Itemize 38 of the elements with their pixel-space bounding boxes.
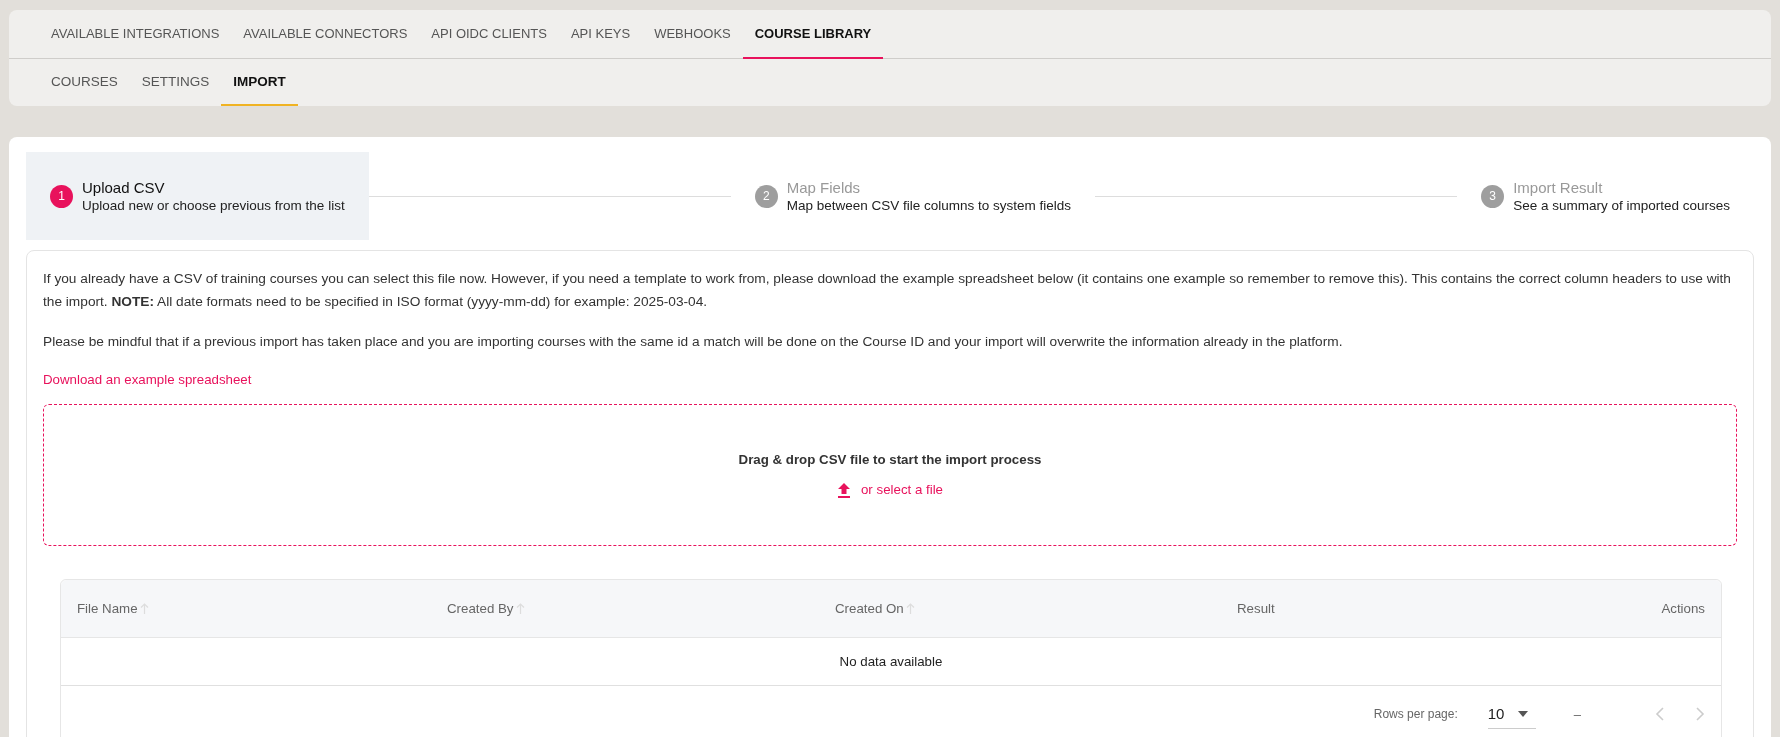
nav-tab[interactable]: AVAILABLE INTEGRATIONS (39, 10, 232, 59)
nav-tab[interactable]: API KEYS (558, 10, 643, 59)
select-file-button[interactable]: or select a file (830, 480, 949, 499)
step-title: Map Fields (786, 179, 862, 196)
column-header: Actions (1660, 601, 1706, 616)
sub-tab[interactable]: COURSES (39, 59, 130, 106)
nav-tab[interactable]: AVAILABLE CONNECTORS (231, 10, 420, 59)
sort-arrow-icon (139, 603, 149, 614)
dropdown-caret-icon (1518, 710, 1529, 717)
step-number: 1 (50, 184, 73, 208)
rows-per-page-label: Rows per page: (1373, 707, 1458, 721)
info-paragraph: If you already have a CSV of training courses you can select this file now. However, if you need a template to work from, please download the example spreadsheet below (it contains one example so remember to remove this). This contains the correct column headers to use with the import. NOTE: All date formats need to be specified in ISO format (yyyy-mm-dd) for example: 2025-03-04. (43, 270, 1732, 311)
download-link[interactable]: Download an example spreadsheet (43, 372, 252, 387)
nav-tab[interactable]: API OIDC CLIENTS (419, 10, 559, 59)
column-header[interactable]: Created By (431, 601, 819, 616)
upload-icon (836, 481, 851, 498)
nav-tab[interactable]: COURSE LIBRARY (742, 10, 884, 59)
page-range: – (1573, 706, 1581, 722)
column-header[interactable]: File Name (61, 601, 431, 616)
step-title: Import Result (1513, 179, 1604, 196)
drop-zone[interactable]: Drag & drop CSV file to start the import process or select a file (43, 404, 1737, 546)
empty-message: No data available (61, 638, 1721, 686)
sub-tab[interactable]: SETTINGS (129, 59, 222, 106)
step-title: Upload CSV (82, 179, 166, 196)
step-number: 2 (754, 184, 778, 208)
column-header: Result (1236, 601, 1276, 616)
step-subtitle: See a summary of imported courses (1513, 198, 1730, 213)
column-header[interactable]: Created On (819, 601, 1221, 616)
step-subtitle: Map between CSV file columns to system fields (786, 198, 1072, 213)
info-paragraph: Please be mindful that if a previous import has taken place and you are importing courses with the same id a match will be done on the Course ID and your import will overwrite the information already in the platform. (43, 333, 1344, 351)
sort-arrow-icon (905, 603, 915, 614)
sub-tab[interactable]: IMPORT (221, 59, 298, 106)
step-number: 3 (1481, 184, 1505, 208)
nav-tab[interactable]: WEBHOOKS (642, 10, 743, 59)
rows-per-page-select[interactable]: 10 (1487, 699, 1536, 729)
sort-arrow-icon (515, 603, 525, 614)
drop-zone-title: Drag & drop CSV file to start the import process (738, 451, 1042, 467)
step-subtitle: Upload new or choose previous from the list (82, 198, 345, 213)
